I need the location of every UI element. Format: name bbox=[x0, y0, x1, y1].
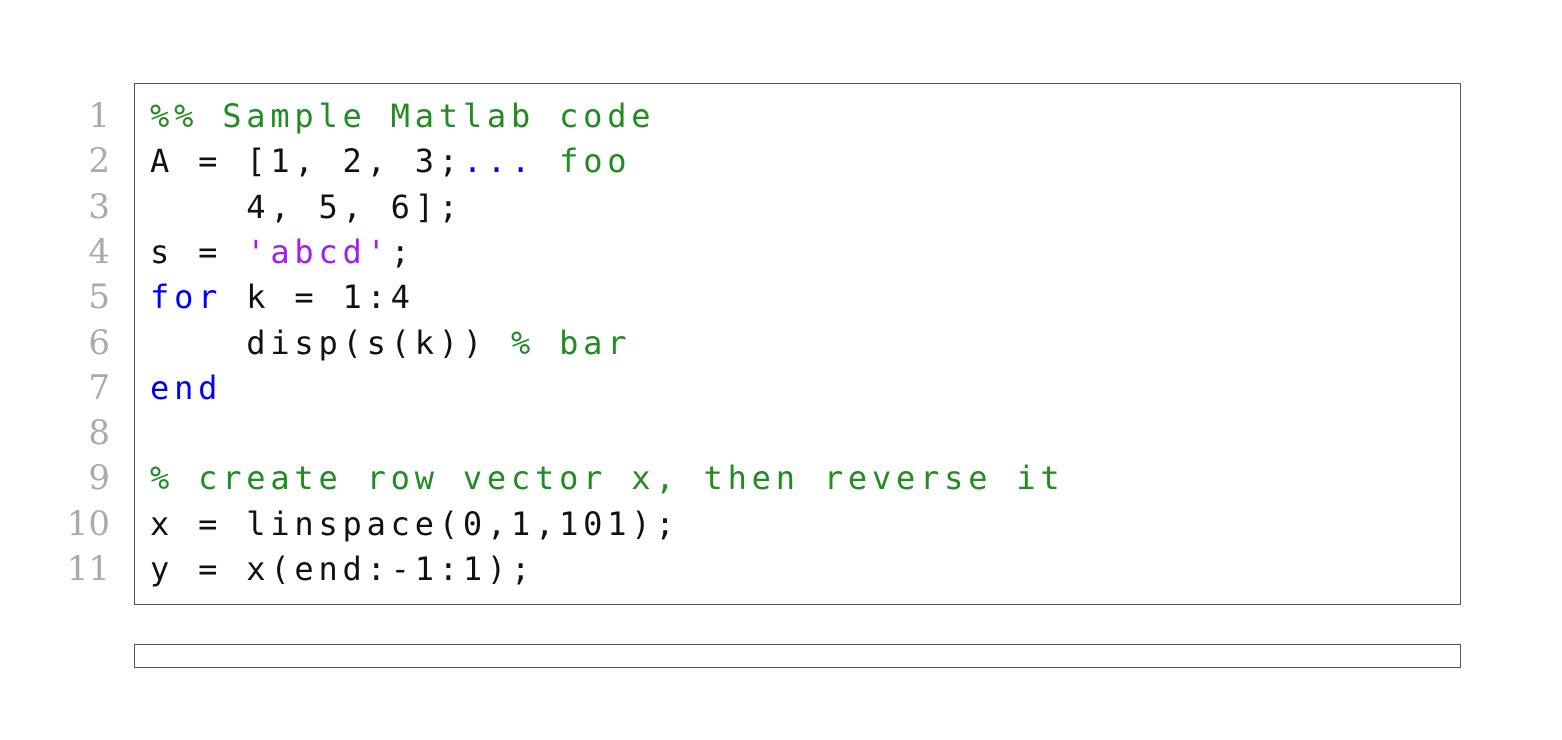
code-text: 4, 5, 6]; bbox=[150, 185, 463, 230]
code-text: disp(s(k)) % bar bbox=[150, 321, 631, 366]
code-line: 3 4, 5, 6]; bbox=[0, 185, 1562, 230]
empty-listing-frame bbox=[134, 644, 1461, 668]
line-number: 4 bbox=[88, 231, 110, 272]
code-line: 10 x = linspace(0,1,101); bbox=[0, 502, 1562, 547]
code-token-plain: y = x(end:-1:1); bbox=[150, 550, 536, 588]
line-number: 10 bbox=[66, 503, 110, 544]
code-token-plain: x = linspace(0,1,101); bbox=[150, 504, 680, 543]
code-line: 6 disp(s(k)) % bar bbox=[0, 321, 1562, 366]
code-text: %% Sample Matlab code bbox=[150, 94, 655, 139]
code-text: s = 'abcd'; bbox=[150, 230, 415, 275]
code-line: 4 s = 'abcd'; bbox=[0, 230, 1562, 275]
code-token-string: 'abcd' bbox=[246, 232, 391, 271]
code-text: end bbox=[150, 366, 222, 411]
code-token-comment: % create row vector x, then reverse it bbox=[150, 459, 1065, 498]
line-number: 6 bbox=[88, 322, 110, 363]
code-line: 7 end bbox=[0, 366, 1562, 411]
code-line: 8 bbox=[0, 411, 1562, 456]
code-token-comment: foo bbox=[535, 142, 632, 181]
code-text: y = x(end:-1:1); bbox=[150, 547, 535, 592]
line-number: 2 bbox=[88, 141, 110, 182]
code-line: 11 y = x(end:-1:1); bbox=[0, 547, 1562, 592]
code-line: 9 % create row vector x, then reverse it bbox=[0, 456, 1562, 501]
code-text: for k = 1:4 bbox=[150, 275, 415, 320]
code-token-keyword: for bbox=[150, 278, 223, 317]
code-token-plain: ; bbox=[390, 232, 415, 271]
line-number: 8 bbox=[88, 413, 110, 454]
code-token-plain: A = [1, 2, 3; bbox=[150, 142, 463, 181]
code-line: 2 A = [1, 2, 3;... foo bbox=[0, 139, 1562, 184]
code-text: x = linspace(0,1,101); bbox=[150, 502, 679, 547]
line-number: 3 bbox=[88, 186, 110, 227]
code-line: 5 for k = 1:4 bbox=[0, 275, 1562, 320]
code-token-plain: s = bbox=[150, 232, 247, 271]
code-line: 1 %% Sample Matlab code bbox=[0, 94, 1562, 139]
code-token-plain: k = 1:4 bbox=[222, 278, 415, 317]
code-token-plain: disp(s(k)) bbox=[150, 323, 511, 362]
line-number: 9 bbox=[88, 458, 110, 499]
code-text: A = [1, 2, 3;... foo bbox=[150, 139, 631, 184]
code-token-comment: %% Sample Matlab code bbox=[150, 97, 656, 135]
code-token-keyword: end bbox=[150, 368, 223, 407]
line-number: 7 bbox=[88, 367, 110, 408]
line-number: 11 bbox=[66, 549, 110, 589]
line-number: 1 bbox=[88, 96, 110, 136]
code-text: % create row vector x, then reverse it bbox=[150, 456, 1065, 501]
code-token-plain: 4, 5, 6]; bbox=[150, 187, 463, 226]
line-number: 5 bbox=[88, 277, 110, 318]
code-token-comment: % bar bbox=[510, 323, 632, 362]
code-token-keyword: ... bbox=[462, 142, 536, 181]
